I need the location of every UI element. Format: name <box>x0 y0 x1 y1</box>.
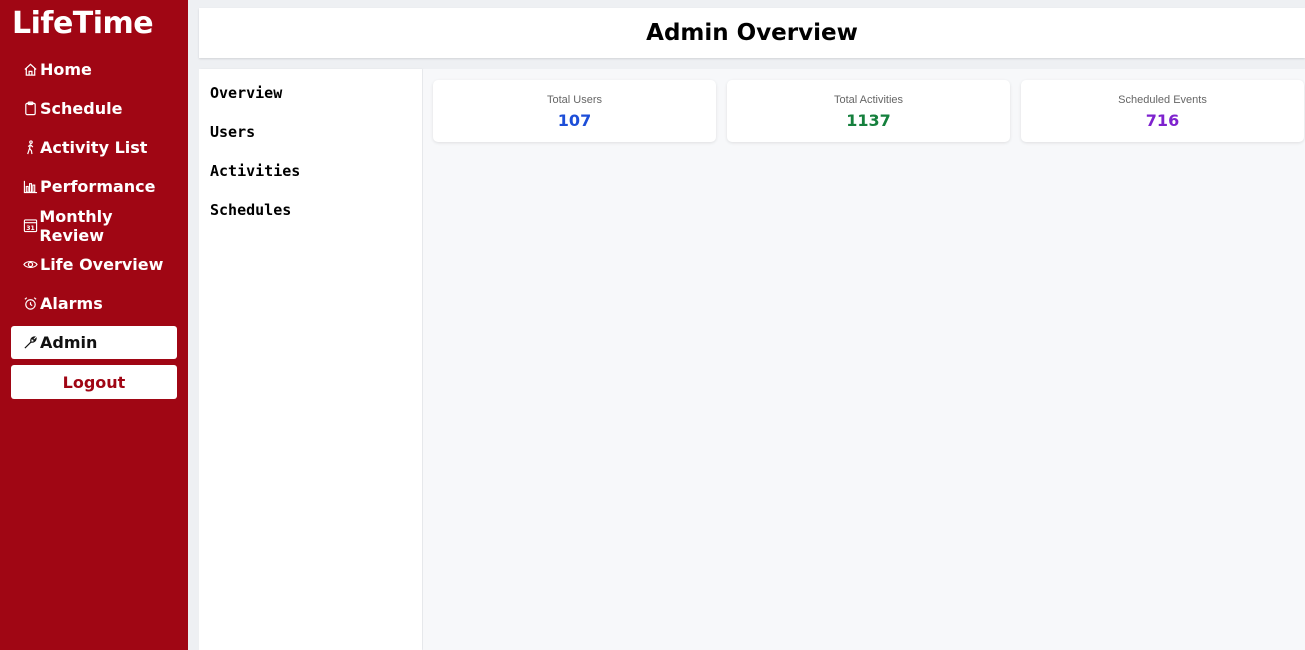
sidebar-item-monthly-review[interactable]: 31 Monthly Review <box>11 206 177 245</box>
app-brand: LifeTime <box>12 6 154 41</box>
calendar-31-icon: 31 <box>22 217 38 234</box>
stat-card-total-activities: Total Activities 1137 <box>727 80 1010 142</box>
sidebar-item-home[interactable]: Home <box>11 53 177 86</box>
wrench-icon <box>22 334 39 351</box>
sidebar-item-label: Home <box>40 60 92 79</box>
alarm-clock-icon <box>22 295 39 312</box>
sidebar-item-schedule[interactable]: Schedule <box>11 92 177 125</box>
stat-value: 716 <box>1145 111 1180 130</box>
stat-card-scheduled-events: Scheduled Events 716 <box>1021 80 1304 142</box>
stat-value: 1137 <box>846 111 891 130</box>
stat-label: Total Users <box>546 94 603 106</box>
main-content: Total Users 107 Total Activities 1137 Sc… <box>423 69 1305 650</box>
page-header: Admin Overview <box>199 8 1305 58</box>
subnav-item-users[interactable]: Users <box>210 123 255 141</box>
sidebar-item-label: Schedule <box>40 99 123 118</box>
clipboard-icon <box>22 100 39 117</box>
sidebar-item-life-overview[interactable]: Life Overview <box>11 248 177 281</box>
stat-label: Total Activities <box>833 94 904 106</box>
sidebar-item-activity-list[interactable]: Activity List <box>11 131 177 164</box>
sidebar-item-label: Alarms <box>40 294 103 313</box>
sidebar: LifeTime Home Schedule Activity List Per… <box>0 0 188 650</box>
svg-text:31: 31 <box>26 225 34 232</box>
subnav-item-schedules[interactable]: Schedules <box>210 201 291 219</box>
walking-person-icon <box>22 139 39 156</box>
sidebar-item-label: Performance <box>40 177 156 196</box>
sidebar-item-label: Admin <box>40 333 98 352</box>
stat-label: Scheduled Events <box>1118 94 1207 106</box>
admin-subnav: Overview Users Activities Schedules <box>199 69 422 650</box>
subnav-item-overview[interactable]: Overview <box>210 84 282 102</box>
stat-card-total-users: Total Users 107 <box>433 80 716 142</box>
home-icon <box>22 61 39 78</box>
app-root: LifeTime Home Schedule Activity List Per… <box>0 0 1305 650</box>
sidebar-item-label: Activity List <box>40 138 148 157</box>
sidebar-item-label: Life Overview <box>40 255 164 274</box>
sidebar-item-admin[interactable]: Admin <box>11 326 177 359</box>
logout-button[interactable]: Logout <box>11 365 177 399</box>
sidebar-item-alarms[interactable]: Alarms <box>11 287 177 320</box>
sidebar-item-label: Monthly Review <box>39 206 113 245</box>
subnav-item-activities[interactable]: Activities <box>210 162 300 180</box>
bar-chart-icon <box>22 178 39 195</box>
page-title: Admin Overview <box>646 20 858 46</box>
sidebar-item-performance[interactable]: Performance <box>11 170 177 203</box>
eye-icon <box>22 256 39 273</box>
stat-value: 107 <box>557 111 592 130</box>
